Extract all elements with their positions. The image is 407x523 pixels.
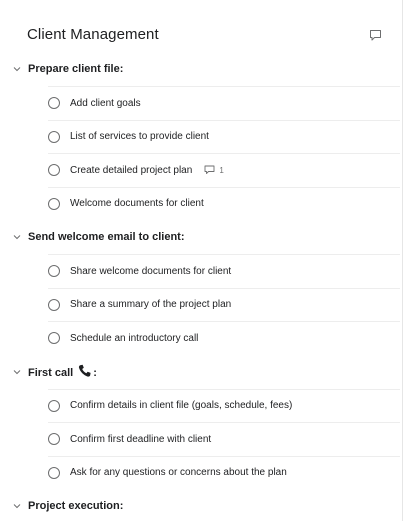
task-name[interactable]: Schedule an introductory call	[70, 333, 198, 344]
task-row[interactable]: Share welcome documents for client	[48, 254, 400, 288]
comment-bubble-icon[interactable]	[369, 29, 385, 45]
chevron-down-icon[interactable]	[13, 368, 21, 376]
task-checkbox[interactable]	[48, 332, 60, 345]
page-title: Client Management	[27, 26, 159, 43]
task-checkbox[interactable]	[48, 97, 60, 110]
section-header[interactable]: First call :	[0, 355, 400, 389]
task-row[interactable]: Add client goals	[48, 86, 400, 120]
section-title: Project execution:	[28, 500, 124, 512]
task-name[interactable]: Ask for any questions or concerns about …	[70, 467, 287, 478]
section-title: First call :	[28, 364, 97, 379]
task-name[interactable]: Confirm first deadline with client	[70, 434, 211, 445]
task-row[interactable]: List of services to provide client	[48, 119, 400, 154]
task-name[interactable]: Add client goals	[70, 98, 141, 109]
task-checkbox[interactable]	[48, 433, 60, 446]
task-name[interactable]: Share a summary of the project plan	[70, 299, 231, 310]
task-row[interactable]: Welcome documents for client	[48, 186, 400, 221]
task-row[interactable]: Ask for any questions or concerns about …	[48, 455, 400, 490]
task-checkbox[interactable]	[48, 298, 60, 311]
section-title-suffix: :	[93, 367, 97, 379]
task-checkbox[interactable]	[48, 265, 60, 278]
panel-border	[402, 0, 403, 521]
task-name[interactable]: Welcome documents for client	[70, 198, 204, 209]
task-checkbox[interactable]	[48, 130, 60, 143]
section-title-text: First call	[28, 367, 74, 379]
task-row[interactable]: Share a summary of the project plan	[48, 287, 400, 322]
chevron-down-icon[interactable]	[13, 233, 21, 241]
comment-icon	[204, 165, 215, 175]
section-header[interactable]: Project execution:	[0, 489, 400, 523]
task-name[interactable]: Share welcome documents for client	[70, 266, 231, 277]
section-first-call: First call : Confirm details in client f…	[0, 355, 400, 490]
task-row[interactable]: Create detailed project plan 1	[48, 153, 400, 187]
chevron-down-icon[interactable]	[13, 502, 21, 510]
task-name[interactable]: Create detailed project plan	[70, 165, 192, 176]
chevron-down-icon[interactable]	[13, 65, 21, 73]
section-project-execution: Project execution:	[0, 489, 400, 523]
task-name[interactable]: Confirm details in client file (goals, s…	[70, 400, 292, 411]
section-header[interactable]: Send welcome email to client:	[0, 220, 400, 254]
phone-icon	[77, 364, 93, 378]
task-row[interactable]: Confirm first deadline with client	[48, 422, 400, 456]
task-checkbox[interactable]	[48, 197, 60, 210]
task-name[interactable]: List of services to provide client	[70, 131, 209, 142]
task-comment-count[interactable]: 1	[204, 165, 224, 175]
task-row[interactable]: Confirm details in client file (goals, s…	[48, 388, 400, 423]
section-header[interactable]: Prepare client file:	[0, 52, 400, 86]
task-row[interactable]: Schedule an introductory call	[48, 321, 400, 355]
comment-count: 1	[219, 165, 224, 175]
section-send-welcome-email: Send welcome email to client: Share welc…	[0, 220, 400, 355]
section-title: Prepare client file:	[28, 63, 124, 75]
task-list: Prepare client file: Add client goals Li…	[0, 52, 400, 523]
section-title: Send welcome email to client:	[28, 231, 185, 243]
task-checkbox[interactable]	[48, 164, 60, 177]
task-checkbox[interactable]	[48, 399, 60, 412]
project-header: Client Management	[0, 0, 400, 56]
section-prepare-client-file: Prepare client file: Add client goals Li…	[0, 52, 400, 220]
task-checkbox[interactable]	[48, 466, 60, 479]
